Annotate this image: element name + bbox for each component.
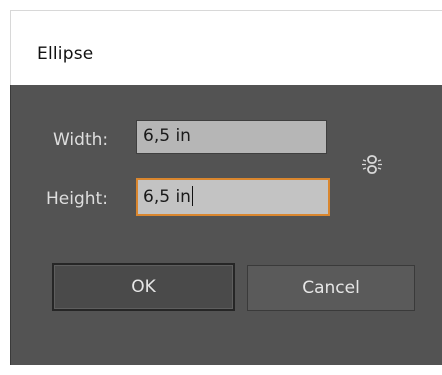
height-label: Height: [46, 189, 108, 209]
dialog-title-bar[interactable]: Ellipse [10, 10, 442, 85]
width-label: Width: [53, 130, 109, 150]
height-input[interactable]: 6,5 in [136, 178, 330, 216]
text-caret [191, 186, 193, 206]
dialog-body: Width: 6,5 in Height: 6,5 in OK Cancel [10, 85, 442, 365]
ellipse-dialog-window: Ellipse Width: 6,5 in Height: 6,5 in OK … [0, 0, 442, 375]
link-chain-icon [362, 155, 382, 174]
width-value: 6,5 in [143, 126, 191, 146]
constrain-proportions-link-icon[interactable] [357, 149, 389, 181]
cancel-button[interactable]: Cancel [247, 265, 415, 311]
width-input[interactable]: 6,5 in [136, 120, 327, 154]
dialog-title: Ellipse [37, 44, 94, 64]
ok-button[interactable]: OK [52, 263, 235, 311]
height-value: 6,5 in [143, 187, 191, 207]
